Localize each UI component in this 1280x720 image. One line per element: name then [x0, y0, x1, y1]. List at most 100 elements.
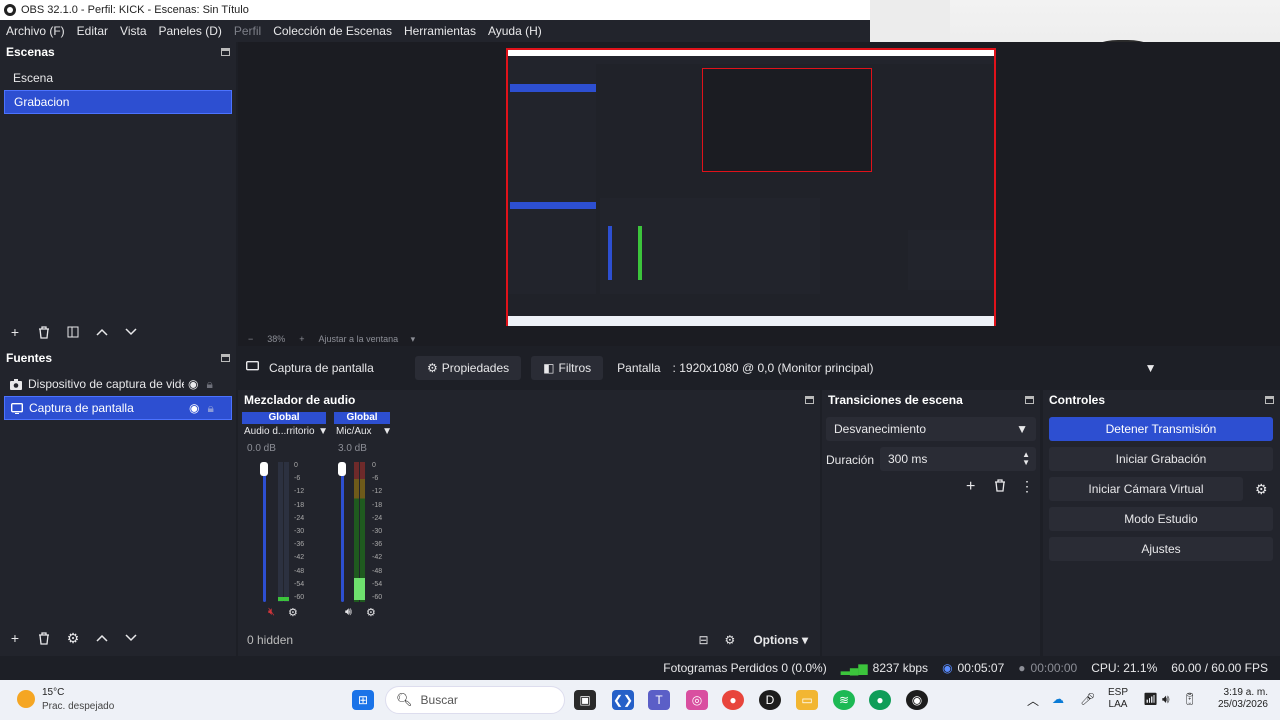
scene-transitions-panel: Transiciones de escena Desvanecimiento ▼…: [822, 390, 1040, 656]
source-item[interactable]: Dispositivo de captura de video ◉ 🔒︎: [4, 372, 232, 396]
move-source-down-button[interactable]: [123, 630, 139, 646]
lock-icon[interactable]: 🔒︎: [206, 377, 212, 392]
virtual-camera-settings-gear-icon[interactable]: ⚙︎: [1255, 481, 1268, 498]
controls-title: Controles: [1049, 393, 1106, 407]
options-button[interactable]: Options ▾: [753, 633, 808, 647]
menu-vista[interactable]: Vista: [114, 24, 152, 38]
weather-sun-icon[interactable]: [17, 690, 35, 708]
speaker-icon[interactable]: 🔊︎: [345, 606, 352, 619]
sources-toolbar: + ⚙︎: [0, 626, 236, 650]
onedrive-cloud-icon[interactable]: ☁︎: [1052, 692, 1064, 706]
remove-scene-button[interactable]: [36, 324, 52, 340]
channel-name-select[interactable]: Audio d...rritorio ▼: [244, 426, 328, 437]
nested-sources-panel: [508, 184, 596, 294]
battery-icon[interactable]: 🔋︎: [1182, 692, 1197, 706]
microphone-icon[interactable]: 🎤︎: [1080, 692, 1095, 706]
undock-icon[interactable]: [805, 396, 814, 404]
add-source-button[interactable]: +: [7, 630, 23, 646]
scenes-title: Escenas: [6, 45, 55, 59]
transition-select[interactable]: Desvanecimiento ▼: [826, 417, 1036, 441]
spin-arrows-icon[interactable]: ▲ ▼: [1022, 451, 1030, 467]
remove-source-button[interactable]: [36, 630, 52, 646]
menu-herramientas[interactable]: Herramientas: [398, 24, 482, 38]
search-box[interactable]: 🔍︎ Buscar: [385, 686, 565, 714]
move-source-up-button[interactable]: [94, 630, 110, 646]
more-options-icon[interactable]: ⋮: [1020, 478, 1034, 495]
channel-settings-icon[interactable]: ⚙︎: [288, 606, 298, 619]
start-recording-button[interactable]: Iniciar Grabación: [1049, 447, 1273, 471]
scene-item[interactable]: Escena: [4, 66, 232, 90]
file-explorer-icon[interactable]: ▭: [796, 690, 818, 710]
filters-button-label: Filtros: [558, 361, 592, 375]
undock-icon[interactable]: [221, 354, 230, 362]
stop-streaming-button[interactable]: Detener Transmisión: [1049, 417, 1273, 441]
sources-title: Fuentes: [6, 351, 53, 365]
scene-item-selected[interactable]: Grabacion: [4, 90, 232, 114]
chrome-icon[interactable]: ●: [722, 690, 744, 710]
meter-tick-label: -36: [294, 541, 305, 549]
mixer-settings-icon[interactable]: ⚙︎: [725, 633, 736, 647]
mixer-header: Mezclador de audio: [238, 390, 820, 410]
windows-start-icon[interactable]: ⊞: [352, 690, 374, 710]
visibility-eye-icon[interactable]: ◉: [188, 377, 198, 391]
duration-spinbox[interactable]: 300 ms ▲ ▼: [880, 447, 1036, 471]
dell-icon[interactable]: D: [759, 690, 781, 710]
filters-button[interactable]: ◧ Filtros: [531, 356, 604, 380]
menu-archivo[interactable]: Archivo (F): [0, 24, 71, 38]
move-scene-up-button[interactable]: [94, 324, 110, 340]
volume-slider-knob[interactable]: [260, 462, 268, 476]
source-item-selected[interactable]: Captura de pantalla ◉ 🔒︎: [4, 396, 232, 420]
vscode-icon[interactable]: ❮❯: [612, 690, 634, 710]
clock[interactable]: 3:19 a. m. 25/03/2026: [1208, 687, 1268, 711]
channel-name-select[interactable]: Mic/Aux ▼: [336, 426, 392, 437]
zoom-fit-select[interactable]: Ajustar a la ventana ▾: [319, 334, 416, 345]
language-indicator[interactable]: ESP LAA: [1108, 687, 1128, 711]
menu-ayuda[interactable]: Ayuda (H): [482, 24, 548, 38]
volume-icon[interactable]: 🔊︎: [1162, 692, 1170, 707]
undock-icon[interactable]: [1265, 396, 1274, 404]
undock-icon[interactable]: [1025, 396, 1034, 404]
meter-peak: [278, 597, 289, 601]
mixer-footer: 0 hidden ⊟ ⚙︎ Options ▾: [238, 626, 820, 654]
source-properties-gear-icon[interactable]: ⚙︎: [65, 630, 81, 646]
duration-value: 300 ms: [888, 452, 928, 466]
bitrate-status: ▂▄▆ 8237 kbps: [841, 661, 928, 675]
meter-tick-label: -48: [372, 567, 383, 575]
studio-mode-button[interactable]: Modo Estudio: [1049, 507, 1273, 531]
language-line1: ESP: [1108, 687, 1129, 698]
add-scene-button[interactable]: +: [7, 324, 23, 340]
nested-selected-scene: [510, 84, 596, 92]
channel-settings-icon[interactable]: ⚙︎: [366, 606, 376, 619]
add-transition-button[interactable]: +: [966, 478, 975, 496]
move-scene-down-button[interactable]: [123, 324, 139, 340]
menu-coleccion-escenas[interactable]: Colección de Escenas: [267, 24, 398, 38]
undock-icon[interactable]: [221, 48, 230, 56]
mute-speaker-icon[interactable]: 🔇︎: [268, 606, 275, 619]
wifi-icon[interactable]: 📶︎: [1143, 692, 1158, 706]
display-select[interactable]: : 1920x1080 @ 0,0 (Monitor principal) ▼: [668, 356, 1165, 380]
scene-filters-button[interactable]: [65, 324, 81, 340]
zoom-out-button[interactable]: −: [248, 334, 253, 344]
menu-paneles[interactable]: Paneles (D): [153, 24, 228, 38]
task-view-icon[interactable]: ▣: [574, 690, 596, 710]
start-virtual-camera-button[interactable]: Iniciar Cámara Virtual: [1049, 477, 1243, 501]
menu-perfil[interactable]: Perfil: [228, 24, 267, 38]
settings-button[interactable]: Ajustes: [1049, 537, 1273, 561]
clock-time: 3:19 a. m.: [1223, 687, 1268, 698]
preview-screen-capture[interactable]: [506, 48, 996, 326]
menu-editar[interactable]: Editar: [71, 24, 114, 38]
volume-slider-knob[interactable]: [338, 462, 346, 476]
visibility-eye-icon[interactable]: ◉: [189, 401, 199, 415]
obs-taskbar-icon[interactable]: ◉: [906, 690, 928, 710]
zoom-in-button[interactable]: +: [299, 334, 304, 344]
lock-icon[interactable]: 🔒︎: [207, 401, 213, 416]
remove-transition-button[interactable]: [994, 479, 1006, 495]
chrome-profile-icon[interactable]: ●: [869, 690, 891, 710]
spotify-icon[interactable]: ≋: [833, 690, 855, 710]
show-hidden-icons-chevron-icon[interactable]: ︿: [1027, 692, 1039, 709]
copilot-icon[interactable]: ◎: [686, 690, 708, 710]
channel-volume-db: 0.0 dB: [247, 443, 276, 454]
teams-icon[interactable]: T: [648, 690, 670, 710]
properties-button[interactable]: ⚙︎ Propiedades: [415, 356, 522, 380]
mixer-layout-icon[interactable]: ⊟: [698, 633, 708, 647]
